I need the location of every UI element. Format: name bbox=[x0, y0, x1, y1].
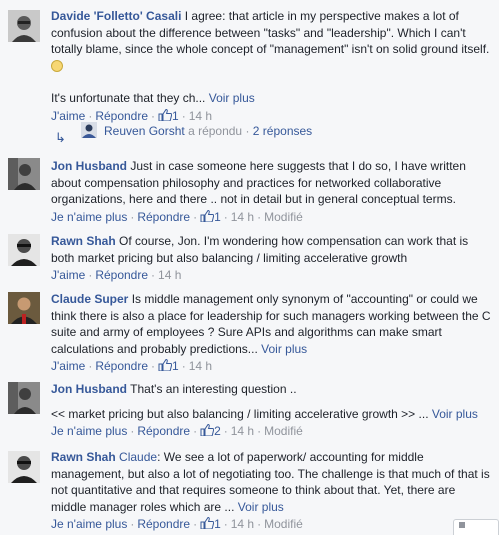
comment-text: Rawn Shah Of course, Jon. I'm wondering … bbox=[51, 233, 491, 266]
unlike-button[interactable]: Je n'aime plus bbox=[51, 210, 127, 224]
thumbs-up-icon[interactable] bbox=[200, 423, 215, 437]
avatar-claude-super[interactable] bbox=[8, 292, 40, 324]
timestamp[interactable]: 14 h bbox=[231, 424, 254, 438]
comment-text: Jon Husband That's an interesting questi… bbox=[51, 381, 491, 398]
thumbs-up-icon[interactable] bbox=[200, 209, 215, 222]
avatar-jon-husband[interactable] bbox=[8, 382, 40, 414]
like-count[interactable]: 1 bbox=[172, 359, 179, 373]
unlike-button[interactable]: Je n'aime plus bbox=[51, 424, 127, 438]
comment-text: Rawn Shah Claude: We see a lot of paperw… bbox=[51, 449, 491, 515]
avatar-rawn-shah[interactable] bbox=[8, 451, 40, 483]
reply-button[interactable]: Répondre bbox=[95, 268, 148, 282]
avatar-rawn-shah[interactable] bbox=[8, 234, 40, 266]
comment-text-2: << market pricing but also balancing / l… bbox=[51, 406, 478, 421]
thumbs-up-icon[interactable] bbox=[200, 516, 215, 530]
comment-actions: Je n'aime plus · Répondre · 1 · 14 h · Modifié bbox=[51, 209, 303, 224]
see-more-link[interactable]: Voir plus bbox=[261, 342, 307, 356]
status-icon bbox=[459, 522, 465, 528]
avatar-jon-husband[interactable] bbox=[8, 158, 40, 190]
avatar-reuven[interactable] bbox=[81, 122, 97, 138]
edited-label[interactable]: Modifié bbox=[264, 424, 303, 438]
reply-button[interactable]: Répondre bbox=[137, 517, 190, 531]
see-more-link[interactable]: Voir plus bbox=[432, 407, 478, 421]
reply-thread-row[interactable]: ↳ Reuven Gorsht a répondu · 2 réponses bbox=[55, 122, 385, 145]
reply-arrow-icon: ↳ bbox=[55, 130, 66, 145]
comment-author[interactable]: Davide 'Folletto' Casali bbox=[51, 9, 181, 23]
like-count[interactable]: 1 bbox=[172, 109, 179, 123]
comment-author[interactable]: Rawn Shah bbox=[51, 450, 116, 464]
reply-thread-text[interactable]: Reuven Gorsht a répondu · 2 réponses bbox=[104, 124, 312, 138]
edited-label[interactable]: Modifié bbox=[264, 210, 303, 224]
reply-author[interactable]: Reuven Gorsht bbox=[104, 124, 185, 138]
comment-author[interactable]: Claude Super bbox=[51, 292, 128, 306]
timestamp[interactable]: 14 h bbox=[231, 210, 254, 224]
reply-button[interactable]: Répondre bbox=[137, 424, 190, 438]
reply-button[interactable]: Répondre bbox=[95, 359, 148, 373]
reply-button[interactable]: Répondre bbox=[137, 210, 190, 224]
comment-actions: Je n'aime plus · Répondre · 2 · 14 h · Modifié bbox=[51, 423, 303, 438]
avatar-davide[interactable] bbox=[8, 10, 40, 42]
like-count[interactable]: 1 bbox=[214, 210, 221, 224]
comment-text-2: It's unfortunate that they ch... Voir pl… bbox=[51, 91, 255, 105]
mention-link[interactable]: Claude bbox=[119, 450, 157, 464]
see-more-link[interactable]: Voir plus bbox=[238, 500, 284, 514]
comment-author[interactable]: Jon Husband bbox=[51, 382, 127, 396]
comment-text: Davide 'Folletto' Casali I agree: that a… bbox=[51, 8, 491, 74]
like-button[interactable]: J'aime bbox=[51, 109, 85, 123]
like-button[interactable]: J'aime bbox=[51, 268, 85, 282]
chat-tab-corner[interactable] bbox=[453, 519, 499, 535]
comment-body: That's an interesting question .. bbox=[130, 382, 297, 396]
comment-text: Claude Super Is middle management only s… bbox=[51, 291, 491, 357]
timestamp[interactable]: 14 h bbox=[158, 268, 181, 282]
timestamp[interactable]: 14 h bbox=[189, 109, 212, 123]
unlike-button[interactable]: Je n'aime plus bbox=[51, 517, 127, 531]
comment-actions: J'aime · Répondre · 14 h bbox=[51, 268, 182, 282]
comment-actions: J'aime · Répondre · 1 · 14 h bbox=[51, 358, 213, 373]
thumbs-up-icon[interactable] bbox=[158, 108, 173, 121]
timestamp[interactable]: 14 h bbox=[189, 359, 212, 373]
like-count[interactable]: 2 bbox=[214, 424, 221, 438]
comment-author[interactable]: Jon Husband bbox=[51, 159, 127, 173]
timestamp[interactable]: 14 h bbox=[231, 517, 254, 531]
reply-button[interactable]: Répondre bbox=[95, 109, 148, 123]
reply-count[interactable]: 2 réponses bbox=[253, 124, 312, 138]
edited-label[interactable]: Modifié bbox=[264, 517, 303, 531]
comment-text: Jon Husband Just in case someone here su… bbox=[51, 158, 491, 208]
see-more-link[interactable]: Voir plus bbox=[209, 91, 255, 105]
comment-author[interactable]: Rawn Shah bbox=[51, 234, 116, 248]
comment-actions: Je n'aime plus · Répondre · 1 · 14 h · Modifié bbox=[51, 516, 303, 531]
like-button[interactable]: J'aime bbox=[51, 359, 85, 373]
like-count[interactable]: 1 bbox=[214, 517, 221, 531]
thumbs-up-icon[interactable] bbox=[158, 358, 173, 372]
smiley-emoji bbox=[51, 59, 63, 72]
